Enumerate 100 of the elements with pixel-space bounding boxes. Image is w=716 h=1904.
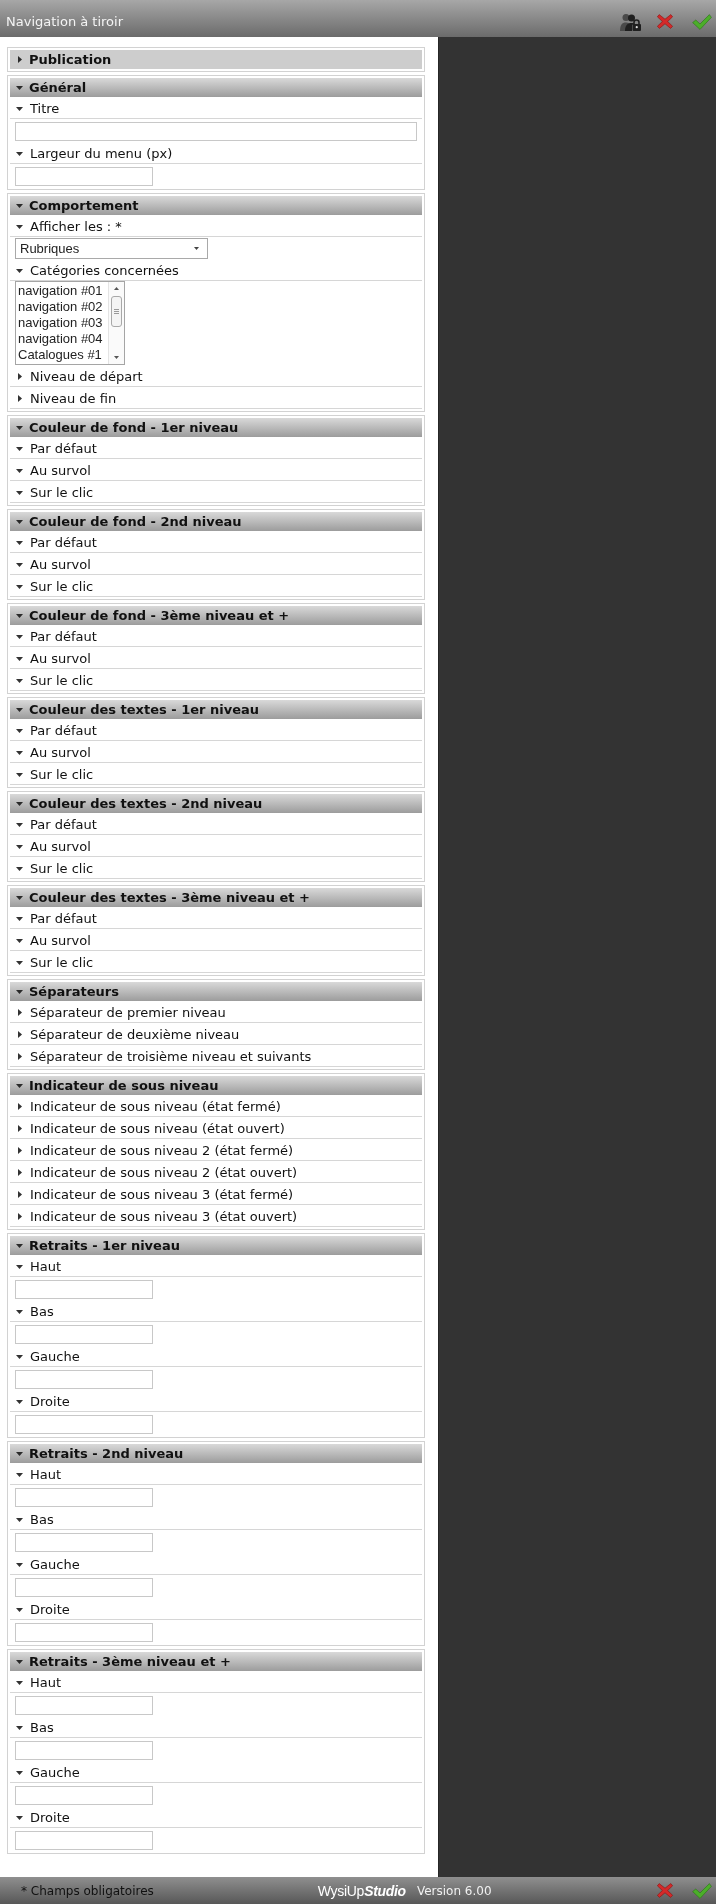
field-heading[interactable]: Sur le clic	[10, 763, 422, 785]
caret-down-icon	[16, 224, 23, 229]
field-heading[interactable]: Afficher les : *	[10, 215, 422, 237]
section-header[interactable]: Retraits - 3ème niveau et +	[10, 1652, 422, 1671]
section-header[interactable]: Couleur de fond - 3ème niveau et +	[10, 606, 422, 625]
field-heading[interactable]: Au survol	[10, 835, 422, 857]
input-field[interactable]	[15, 1415, 153, 1434]
field-heading[interactable]: Au survol	[10, 553, 422, 575]
field-heading[interactable]: Niveau de départ	[10, 365, 422, 387]
section-header[interactable]: Couleur de fond - 2nd niveau	[10, 512, 422, 531]
close-icon[interactable]	[657, 14, 673, 29]
dropdown[interactable]: Rubriques	[15, 238, 208, 259]
field-heading[interactable]: Indicateur de sous niveau (état ouvert)	[10, 1117, 422, 1139]
field-heading[interactable]: Séparateur de premier niveau	[10, 1001, 422, 1023]
input-field[interactable]	[15, 1623, 153, 1642]
field-heading[interactable]: Indicateur de sous niveau 3 (état ouvert)	[10, 1205, 422, 1227]
field-heading[interactable]: Niveau de fin	[10, 387, 422, 409]
field-heading[interactable]: Séparateur de troisième niveau et suivants	[10, 1045, 422, 1067]
caret-down-icon	[16, 960, 23, 965]
caret-up-icon[interactable]	[114, 287, 119, 290]
caret-down-icon	[16, 85, 23, 90]
section-header[interactable]: Indicateur de sous niveau	[10, 1076, 422, 1095]
field-heading[interactable]: Bas	[10, 1300, 422, 1322]
input-field[interactable]	[15, 1533, 153, 1552]
caret-down-icon	[16, 678, 23, 683]
caret-right-icon	[17, 56, 22, 63]
check-icon[interactable]	[692, 1882, 712, 1899]
field-heading[interactable]: Par défaut	[10, 907, 422, 929]
section-header[interactable]: Publication	[10, 50, 422, 69]
list-option[interactable]: navigation #01	[18, 283, 108, 299]
field-heading[interactable]: Droite	[10, 1390, 422, 1412]
field-heading[interactable]: Indicateur de sous niveau 3 (état fermé)	[10, 1183, 422, 1205]
field-heading[interactable]: Indicateur de sous niveau 2 (état fermé)	[10, 1139, 422, 1161]
people-lock-icon[interactable]	[620, 12, 641, 31]
input-field[interactable]	[15, 1696, 153, 1715]
section-header[interactable]: Couleur des textes - 3ème niveau et +	[10, 888, 422, 907]
section-header[interactable]: Couleur des textes - 1er niveau	[10, 700, 422, 719]
input-field[interactable]	[15, 1488, 153, 1507]
input-field[interactable]	[15, 1831, 153, 1850]
field-heading[interactable]: Haut	[10, 1463, 422, 1485]
field-heading[interactable]: Haut	[10, 1671, 422, 1693]
field-heading[interactable]: Indicateur de sous niveau 2 (état ouvert)	[10, 1161, 422, 1183]
caret-right-icon	[17, 1031, 22, 1038]
caret-down-icon	[16, 468, 23, 473]
section-header[interactable]: Couleur de fond - 1er niveau	[10, 418, 422, 437]
field-heading[interactable]: Sur le clic	[10, 951, 422, 973]
field-heading[interactable]: Sur le clic	[10, 669, 422, 691]
input-field[interactable]	[15, 1578, 153, 1597]
field-heading[interactable]: Par défaut	[10, 437, 422, 459]
caret-down-icon	[16, 895, 23, 900]
field-heading[interactable]: Droite	[10, 1598, 422, 1620]
field-heading[interactable]: Droite	[10, 1806, 422, 1828]
field-heading[interactable]: Au survol	[10, 741, 422, 763]
input-field[interactable]	[15, 1786, 153, 1805]
field-heading[interactable]: Au survol	[10, 647, 422, 669]
field-heading[interactable]: Bas	[10, 1716, 422, 1738]
listbox[interactable]: navigation #01 navigation #02 navigation #03 navigation #04 Catalogues #1	[15, 281, 125, 365]
list-option[interactable]: Catalogues #1	[18, 347, 108, 363]
list-option[interactable]: navigation #03	[18, 315, 108, 331]
field-heading[interactable]: Séparateur de deuxième niveau	[10, 1023, 422, 1045]
field-heading[interactable]: Titre	[10, 97, 422, 119]
input-field[interactable]	[15, 167, 153, 186]
field-heading[interactable]: Gauche	[10, 1345, 422, 1367]
scrollbar[interactable]	[108, 282, 124, 364]
field-heading[interactable]: Par défaut	[10, 813, 422, 835]
input-field[interactable]	[15, 1370, 153, 1389]
field-heading[interactable]: Haut	[10, 1255, 422, 1277]
section-header[interactable]: Couleur des textes - 2nd niveau	[10, 794, 422, 813]
input-field[interactable]	[15, 1741, 153, 1760]
field-heading[interactable]: Gauche	[10, 1553, 422, 1575]
field-heading[interactable]: Largeur du menu (px)	[10, 142, 422, 164]
field-heading[interactable]: Par défaut	[10, 625, 422, 647]
caret-right-icon	[17, 1213, 22, 1220]
section-header[interactable]: Général	[10, 78, 422, 97]
field-heading[interactable]: Sur le clic	[10, 857, 422, 879]
field-heading[interactable]: Au survol	[10, 459, 422, 481]
input-field[interactable]	[15, 122, 417, 141]
input-field[interactable]	[15, 1280, 153, 1299]
caret-down-icon	[16, 1815, 23, 1820]
field-heading[interactable]: Au survol	[10, 929, 422, 951]
field-heading[interactable]: Gauche	[10, 1761, 422, 1783]
field-heading[interactable]: Par défaut	[10, 719, 422, 741]
section-header[interactable]: Retraits - 1er niveau	[10, 1236, 422, 1255]
section-header[interactable]: Retraits - 2nd niveau	[10, 1444, 422, 1463]
list-option[interactable]: navigation #02	[18, 299, 108, 315]
field-heading[interactable]: Indicateur de sous niveau (état fermé)	[10, 1095, 422, 1117]
check-icon[interactable]	[692, 13, 712, 30]
field-heading[interactable]: Bas	[10, 1508, 422, 1530]
caret-down-icon[interactable]	[114, 356, 119, 359]
section-header[interactable]: Comportement	[10, 196, 422, 215]
field-heading[interactable]: Sur le clic	[10, 575, 422, 597]
close-icon[interactable]	[657, 1883, 673, 1898]
scroll-thumb[interactable]	[111, 296, 122, 327]
section-header[interactable]: Séparateurs	[10, 982, 422, 1001]
field-heading[interactable]: Par défaut	[10, 531, 422, 553]
field-heading[interactable]: Sur le clic	[10, 481, 422, 503]
list-option[interactable]: navigation #04	[18, 331, 108, 347]
caret-down-icon	[16, 1680, 23, 1685]
caret-down-icon	[16, 613, 23, 618]
input-field[interactable]	[15, 1325, 153, 1344]
